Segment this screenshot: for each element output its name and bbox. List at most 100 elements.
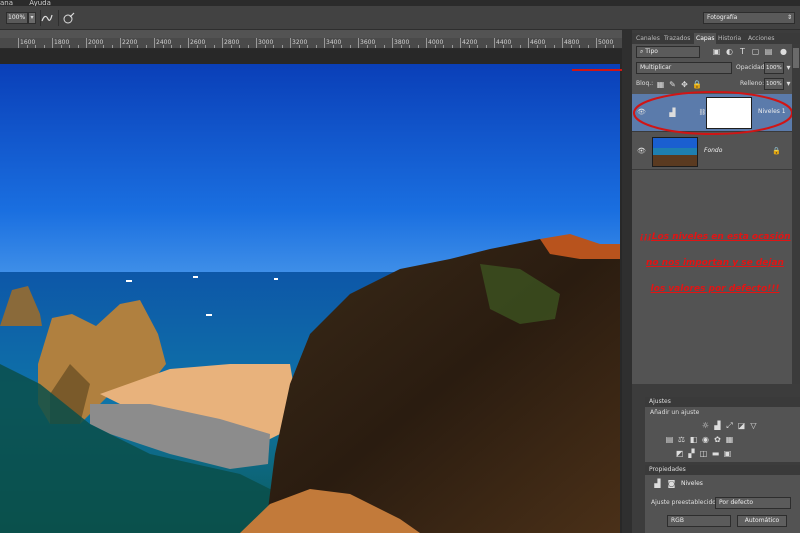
eye-icon[interactable]: 👁 <box>637 147 646 155</box>
brush-icon[interactable] <box>62 11 76 25</box>
ruler-minor-tick <box>349 45 351 48</box>
ruler-minor-tick <box>511 45 512 48</box>
scrubby-zoom-icon[interactable] <box>40 11 54 25</box>
tab-historia[interactable]: Historia <box>716 33 743 44</box>
opacity-input[interactable]: 100% <box>764 62 784 74</box>
properties-panel-header[interactable]: Propiedades <box>645 465 800 475</box>
divider <box>58 10 59 26</box>
panel-title: Ajustes <box>649 398 671 405</box>
adjustments-panel-header[interactable]: Ajustes <box>645 397 800 407</box>
panel-collapse-strip[interactable] <box>622 30 632 533</box>
scrollbar-thumb[interactable] <box>793 48 799 68</box>
workspace-label: Fotografía <box>707 14 738 21</box>
adjustment-filter-icon[interactable]: ◐ <box>725 47 734 56</box>
ruler-minor-tick <box>477 45 478 48</box>
ruler-label: 2800 <box>224 39 240 46</box>
ruler-minor-tick <box>315 45 317 48</box>
exposure-icon[interactable]: ◪ <box>737 421 746 430</box>
ruler-tick <box>120 38 121 48</box>
ruler-tick <box>256 38 257 48</box>
lock-transparent-icon[interactable]: ▦ <box>656 80 665 89</box>
layer-thumbnail[interactable] <box>652 137 698 167</box>
ruler-label: 4600 <box>530 39 546 46</box>
ruler-tick <box>324 38 325 48</box>
brightness-icon[interactable]: ☼ <box>701 421 710 430</box>
document-image[interactable] <box>0 64 620 533</box>
blend-mode-select[interactable]: Multiplicar <box>636 62 732 74</box>
auto-button[interactable]: Automático <box>737 515 787 527</box>
mask-icon[interactable]: ◙ <box>667 479 676 488</box>
adjustments-panel: Añadir un ajuste ☼ ▟ ⤢ ◪ ▽ ▤ ⚖ ◧ ◉ ✿ ▦ ◩… <box>645 407 800 462</box>
lock-paint-icon[interactable]: ✎ <box>668 80 677 89</box>
ruler-minor-tick <box>553 45 555 48</box>
selective-color-icon[interactable]: ▣ <box>723 449 732 458</box>
ruler-label: 1600 <box>20 39 36 46</box>
ruler-minor-tick <box>162 45 164 48</box>
ruler-minor-tick <box>273 45 274 48</box>
ruler-minor-tick <box>417 45 419 48</box>
fill-input[interactable]: 100% <box>764 78 784 90</box>
tab-capas[interactable]: Capas <box>694 33 717 44</box>
ruler-minor-tick <box>434 45 436 48</box>
ruler-minor-tick <box>375 45 376 48</box>
horizontal-ruler: 1600 1800 2000 2200 2400 2600 2800 3000 3200 3400… <box>0 38 622 49</box>
ruler-label: 2200 <box>122 39 138 46</box>
ruler-tick <box>392 38 393 48</box>
zoom-select[interactable]: 100% <box>6 12 28 24</box>
photo-filter-icon[interactable]: ◉ <box>701 435 710 444</box>
ruler-tick <box>86 38 87 48</box>
channel-mixer-icon[interactable]: ✿ <box>713 435 722 444</box>
vibrance-icon[interactable]: ▽ <box>749 421 758 430</box>
ruler-minor-tick <box>451 45 453 48</box>
black-white-icon[interactable]: ◧ <box>689 435 698 444</box>
ruler-minor-tick <box>341 45 342 48</box>
layer-filter-select[interactable]: ⌕ Tipo <box>636 46 700 58</box>
shape-filter-icon[interactable]: ▢ <box>751 47 760 56</box>
lock-all-icon[interactable]: 🔒 <box>692 80 702 89</box>
ruler-tick <box>426 38 427 48</box>
posterize-icon[interactable]: ▞ <box>687 449 696 458</box>
fill-label: Relleno: <box>740 80 765 87</box>
ruler-minor-tick <box>196 45 198 48</box>
ruler-minor-tick <box>103 45 104 48</box>
tab-canales[interactable]: Canales <box>634 33 662 44</box>
ruler-minor-tick <box>137 45 138 48</box>
ruler-minor-tick <box>247 45 249 48</box>
tab-trazados[interactable]: Trazados <box>662 33 692 44</box>
ruler-minor-tick <box>213 45 215 48</box>
chevron-down-icon[interactable]: ▾ <box>28 12 36 24</box>
levels-icon[interactable]: ▟ <box>713 421 722 430</box>
add-adjustment-label: Añadir un ajuste <box>650 409 700 416</box>
hue-saturation-icon[interactable]: ▤ <box>665 435 674 444</box>
ruler-minor-tick <box>604 45 606 48</box>
tab-acciones[interactable]: Acciones <box>746 33 777 44</box>
ruler-minor-tick <box>332 45 334 48</box>
image-filter-icon[interactable]: ▣ <box>712 47 721 56</box>
layer-name[interactable]: Fondo <box>704 147 722 154</box>
lock-label: Bloq.: <box>636 80 654 87</box>
color-balance-icon[interactable]: ⚖ <box>677 435 686 444</box>
ruler-label: 4200 <box>462 39 478 46</box>
layer-row-fondo[interactable]: 👁 Fondo 🔒 <box>632 134 792 170</box>
ruler-minor-tick <box>205 45 206 48</box>
options-bar: 100% ▾ Fotografía ⇕ <box>0 6 800 30</box>
ruler-label: 3200 <box>292 39 308 46</box>
scrollbar[interactable] <box>792 44 800 384</box>
invert-icon[interactable]: ◩ <box>675 449 684 458</box>
annotation-line: ¡¡¡Los niveles en esta ocasión <box>639 232 791 242</box>
color-lookup-icon[interactable]: ▦ <box>725 435 734 444</box>
channel-select[interactable]: RGB <box>667 515 731 527</box>
curves-icon[interactable]: ⤢ <box>725 421 734 430</box>
type-filter-icon[interactable]: T <box>738 47 747 56</box>
layers-panel: ⌕ Tipo ▣ ◐ T ▢ ▤ ● Multiplicar Opacidad:… <box>632 44 793 384</box>
workspace-select[interactable]: Fotografía ⇕ <box>703 12 795 24</box>
smart-object-filter-icon[interactable]: ▤ <box>764 47 773 56</box>
gradient-map-icon[interactable]: ▬ <box>711 449 720 458</box>
filter-toggle-icon[interactable]: ● <box>779 47 788 56</box>
preset-select[interactable]: Por defecto <box>715 497 791 509</box>
lock-position-icon[interactable]: ✥ <box>680 80 689 89</box>
ruler-minor-tick <box>485 45 487 48</box>
threshold-icon[interactable]: ◫ <box>699 449 708 458</box>
canvas-area[interactable] <box>0 49 622 533</box>
ruler-minor-tick <box>519 45 521 48</box>
